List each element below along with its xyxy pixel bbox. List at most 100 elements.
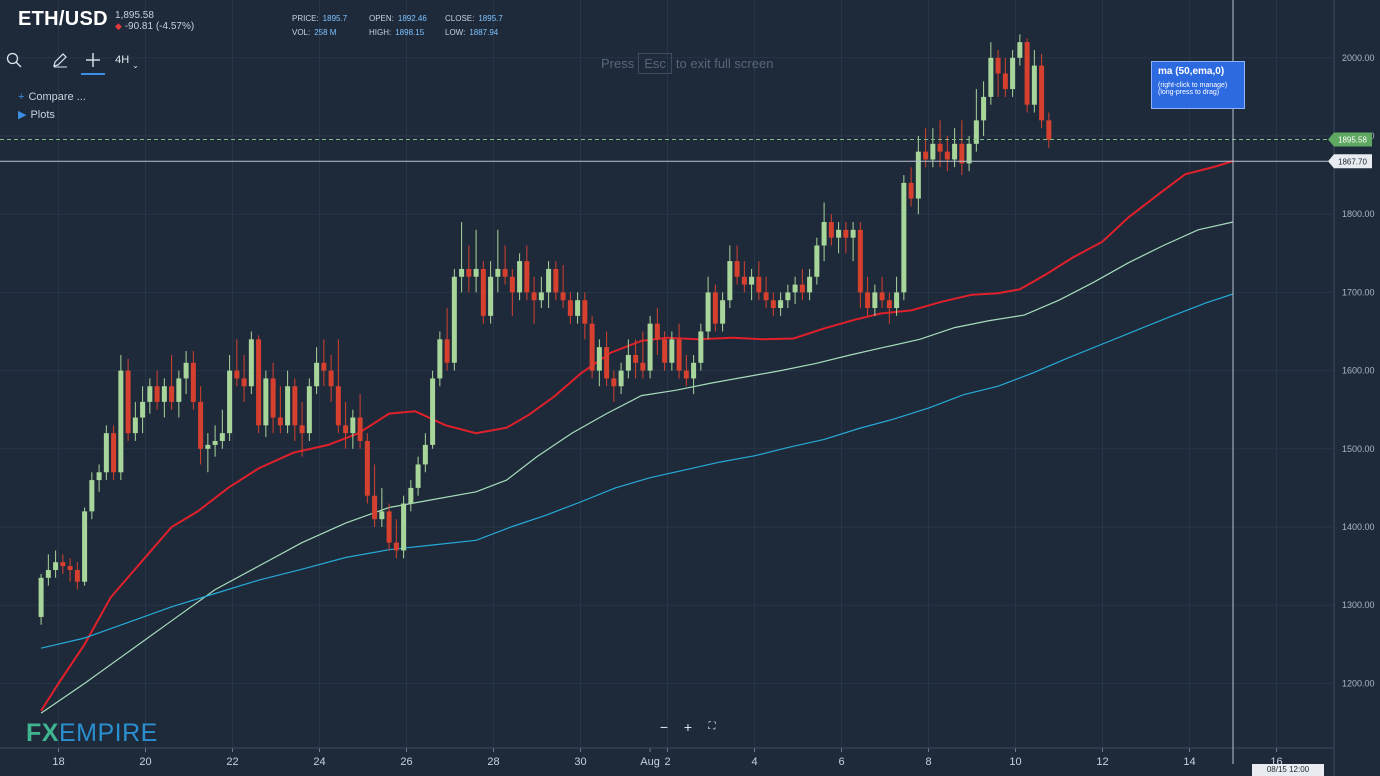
crosshair-icon[interactable] xyxy=(81,47,105,75)
y-tick-label: 1400.00 xyxy=(1342,522,1375,532)
candle-up xyxy=(53,562,59,571)
candle-up xyxy=(488,276,494,316)
candle-down xyxy=(741,276,747,285)
x-tick-label: 2 xyxy=(664,756,670,768)
candle-down xyxy=(676,339,682,371)
candle-up xyxy=(807,276,813,293)
candle-up xyxy=(1010,57,1016,90)
candle-down xyxy=(480,268,486,316)
candle-down xyxy=(111,433,117,473)
candle-down xyxy=(611,378,617,387)
candle-down xyxy=(640,362,646,371)
candle-down xyxy=(995,57,1001,74)
candle-up xyxy=(749,276,755,285)
y-tick-label: 1600.00 xyxy=(1342,366,1375,376)
candle-up xyxy=(132,417,138,434)
candle-up xyxy=(263,378,269,426)
candle-up xyxy=(792,284,798,293)
x-tick-label: 18 xyxy=(52,756,64,768)
candle-up xyxy=(901,182,907,293)
candle-up xyxy=(45,570,51,578)
candle-up xyxy=(379,511,385,520)
fullscreen-icon[interactable]: ⛶ xyxy=(704,719,720,735)
candle-down xyxy=(879,292,885,301)
candle-down xyxy=(857,229,863,293)
low-value: 1887.94 xyxy=(469,28,499,37)
candle-down xyxy=(589,323,595,371)
candle-up xyxy=(872,292,878,309)
fullscreen-note-post: to exit full screen xyxy=(675,56,774,71)
candle-down xyxy=(1002,73,1008,90)
candle-up xyxy=(103,433,109,473)
price-change-value: -90.81 (-4.57%) xyxy=(124,21,195,32)
candle-down xyxy=(270,378,276,418)
candle-up xyxy=(422,444,428,465)
candle-up xyxy=(408,487,414,504)
candle-up xyxy=(575,300,581,316)
x-tick-label: 22 xyxy=(226,756,238,768)
x-tick-label: 10 xyxy=(1009,756,1021,768)
candle-down xyxy=(683,370,689,379)
plus-icon: + xyxy=(18,91,25,103)
candle-up xyxy=(618,370,624,387)
candle-up xyxy=(1017,42,1023,58)
candle-up xyxy=(350,417,356,434)
candle-down xyxy=(328,370,334,387)
candle-up xyxy=(212,440,218,445)
zoom-out-icon[interactable]: − xyxy=(656,719,672,735)
x-tick-label: 30 xyxy=(574,756,586,768)
candle-up xyxy=(705,292,711,332)
candle-up xyxy=(459,268,465,277)
search-icon[interactable] xyxy=(4,47,24,73)
candle-up xyxy=(625,354,631,371)
x-tick-label: Aug xyxy=(640,756,660,768)
candle-down xyxy=(524,261,530,293)
fullscreen-note: Press Esc to exit full screen xyxy=(601,53,773,74)
candle-down xyxy=(277,417,283,426)
candle-up xyxy=(785,292,791,301)
candle-up xyxy=(538,292,544,301)
logo-empire: EMPIRE xyxy=(58,719,158,747)
candle-up xyxy=(401,503,407,551)
candle-down xyxy=(604,347,610,379)
plots-label: Plots xyxy=(30,109,55,121)
tooltip-title: ma (50,ema,0) xyxy=(1158,66,1225,77)
x-tick-label: 12 xyxy=(1096,756,1108,768)
candle-down xyxy=(937,143,943,152)
price-chart[interactable]: 1200.00 1300.00 1400.00 1500.00 1600.00 1700.… xyxy=(0,0,1380,776)
candle-down xyxy=(654,323,660,340)
ma-tooltip[interactable]: ma (50,ema,0) (right-click to manage) (l… xyxy=(1151,61,1245,109)
chart-toolbar: 4H ⌄ xyxy=(0,47,150,75)
open-value: 1892.46 xyxy=(397,14,427,23)
candle-down xyxy=(712,292,718,324)
candle-down xyxy=(865,292,871,309)
x-tick-label: 24 xyxy=(313,756,325,768)
candle-down xyxy=(190,362,196,402)
candle-up xyxy=(517,261,523,293)
chevron-down-icon: ⌄ xyxy=(132,60,139,70)
zoom-in-icon[interactable]: + xyxy=(680,719,696,735)
candle-down xyxy=(763,292,769,301)
pencil-icon[interactable] xyxy=(50,47,70,73)
candle-up xyxy=(850,229,856,238)
interval-select[interactable]: 4H ⌄ xyxy=(112,47,142,73)
candle-up xyxy=(248,339,254,387)
candle-down xyxy=(828,222,834,238)
x-tick-label: 6 xyxy=(838,756,844,768)
candle-up xyxy=(415,464,421,488)
candle-down xyxy=(770,300,776,309)
compare-link[interactable]: + Compare ... xyxy=(18,91,86,103)
candle-up xyxy=(161,386,167,402)
candle-up xyxy=(473,268,479,277)
candle-down xyxy=(444,339,450,363)
ohlc-col-2: OPEN: 1892.46 HIGH: 1898.15 xyxy=(369,12,427,40)
vol-value: 258 M xyxy=(314,28,337,37)
candle-up xyxy=(836,229,842,238)
candle-up xyxy=(183,362,189,379)
candle-up xyxy=(727,261,733,301)
plots-link[interactable]: ▶ Plots xyxy=(18,108,55,121)
candle-down xyxy=(372,495,378,520)
chart-background xyxy=(0,0,1380,776)
y-tick-label: 1500.00 xyxy=(1342,444,1375,454)
close-label: CLOSE: xyxy=(445,14,475,23)
